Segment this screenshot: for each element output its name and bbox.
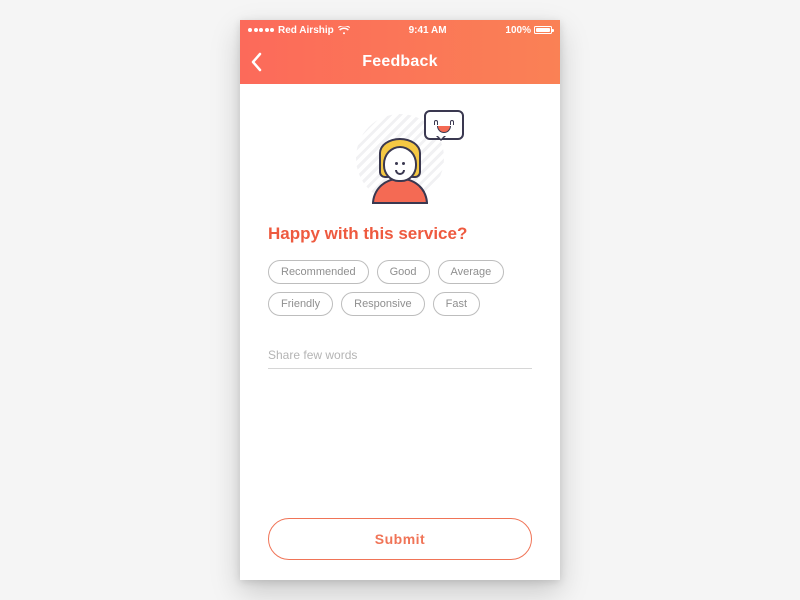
feedback-question: Happy with this service? xyxy=(268,224,532,244)
page-title: Feedback xyxy=(362,53,437,71)
battery-indicator: 100% xyxy=(505,25,552,36)
chip-fast[interactable]: Fast xyxy=(433,292,480,316)
feedback-input[interactable] xyxy=(268,342,532,369)
chip-good[interactable]: Good xyxy=(377,260,430,284)
status-left: Red Airship xyxy=(248,25,350,36)
status-time: 9:41 AM xyxy=(409,25,447,36)
chip-responsive[interactable]: Responsive xyxy=(341,292,424,316)
back-button[interactable] xyxy=(250,40,262,84)
content: Happy with this service? Recommended Goo… xyxy=(240,84,560,580)
chevron-left-icon xyxy=(250,52,262,72)
phone-screen: Red Airship 9:41 AM 100% Feedback xyxy=(240,20,560,580)
chip-recommended[interactable]: Recommended xyxy=(268,260,369,284)
illustration xyxy=(268,114,532,202)
chip-average[interactable]: Average xyxy=(438,260,505,284)
nav-bar: Feedback xyxy=(240,40,560,84)
battery-icon xyxy=(534,26,552,34)
speech-bubble-icon xyxy=(424,110,464,140)
carrier-label: Red Airship xyxy=(278,25,334,36)
chip-friendly[interactable]: Friendly xyxy=(268,292,333,316)
chip-group: Recommended Good Average Friendly Respon… xyxy=(268,260,532,316)
wifi-icon xyxy=(338,26,350,35)
submit-button[interactable]: Submit xyxy=(268,518,532,560)
status-bar: Red Airship 9:41 AM 100% xyxy=(240,20,560,40)
feedback-input-wrap xyxy=(268,342,532,369)
signal-icon xyxy=(248,28,274,32)
person-happy-icon xyxy=(356,114,444,202)
battery-pct: 100% xyxy=(505,25,531,36)
